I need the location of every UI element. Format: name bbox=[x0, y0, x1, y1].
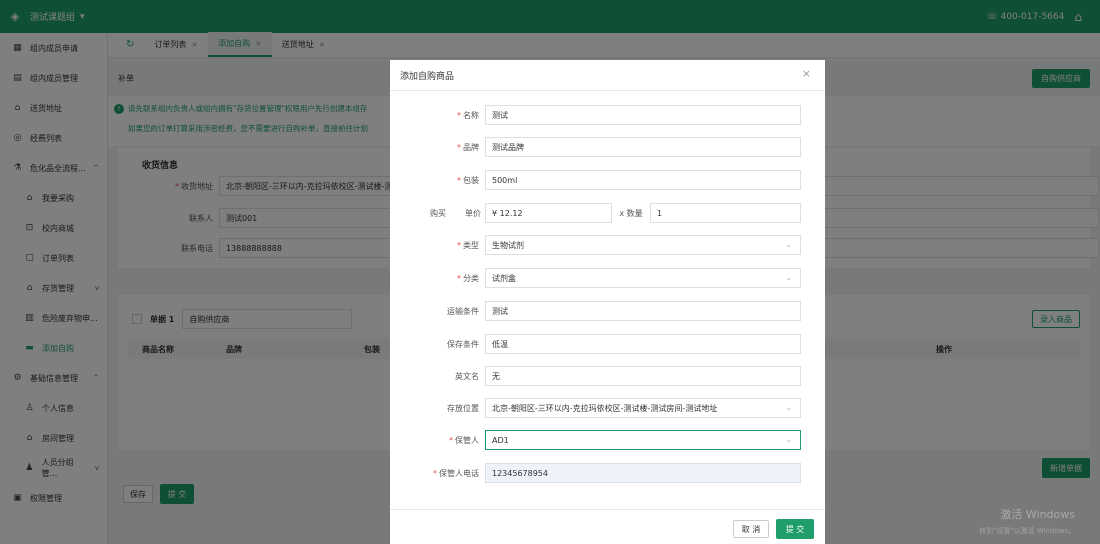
transport-label: 运输条件 bbox=[447, 306, 479, 316]
category-value: 试剂盒 bbox=[492, 273, 516, 283]
brand-input[interactable]: 测试品牌 bbox=[485, 137, 801, 157]
category-label: * 分类 bbox=[457, 273, 479, 283]
english-name-input[interactable]: 无 bbox=[485, 366, 801, 386]
buy-label: 购买 bbox=[430, 208, 446, 218]
english-name-label: 英文名 bbox=[455, 371, 479, 381]
chevron-down-icon: ⌄ bbox=[785, 403, 792, 412]
location-value: 北京-朝阳区-三环以内-克拉玛依校区-测试楼-测试房间-测试地址 bbox=[492, 403, 718, 413]
type-label: * 类型 bbox=[457, 240, 479, 250]
dialog-title: 添加自购商品 bbox=[400, 72, 455, 82]
brand-label: * 品牌 bbox=[457, 142, 479, 152]
pack-input[interactable]: 500ml bbox=[485, 170, 801, 190]
unit-price-label: 单价 bbox=[465, 208, 481, 218]
name-label: * 名称 bbox=[457, 110, 479, 120]
unit-price-input[interactable]: ¥ 12.12 bbox=[485, 203, 612, 223]
type-select[interactable]: 生物试剂 ⌄ bbox=[485, 235, 801, 255]
chevron-down-icon: ⌄ bbox=[785, 240, 792, 249]
divider bbox=[390, 90, 825, 91]
chevron-down-icon: ⌄ bbox=[785, 273, 792, 282]
quantity-label: x 数量 bbox=[619, 208, 643, 218]
chevron-down-icon: ⌄ bbox=[785, 435, 792, 444]
location-label: 存放位置 bbox=[447, 403, 479, 413]
category-select[interactable]: 试剂盒 ⌄ bbox=[485, 268, 801, 288]
keeper-phone-input[interactable]: 12345678954 bbox=[485, 463, 801, 483]
keeper-select[interactable]: AD1 ⌄ bbox=[485, 430, 801, 450]
quantity-input[interactable]: 1 bbox=[650, 203, 801, 223]
add-item-dialog: 添加自购商品 × * 名称 测试 * 品牌 测试品牌 * 包装 500ml 购买 单价 ¥ … bbox=[390, 60, 825, 544]
transport-input[interactable]: 测试 bbox=[485, 301, 801, 321]
pack-label: * 包装 bbox=[457, 175, 479, 185]
storage-input[interactable]: 低温 bbox=[485, 334, 801, 354]
divider bbox=[390, 509, 825, 510]
keeper-value: AD1 bbox=[492, 435, 509, 445]
type-value: 生物试剂 bbox=[492, 240, 524, 250]
name-input[interactable]: 测试 bbox=[485, 105, 801, 125]
windows-watermark-sub: 转到"设置"以激活 Windows。 bbox=[979, 527, 1075, 535]
location-select[interactable]: 北京-朝阳区-三环以内-克拉玛依校区-测试楼-测试房间-测试地址 ⌄ bbox=[485, 398, 801, 418]
keeper-label: * 保管人 bbox=[449, 435, 479, 445]
windows-watermark: 激活 Windows bbox=[1000, 508, 1075, 521]
storage-label: 保存条件 bbox=[447, 339, 479, 349]
dialog-submit-button[interactable]: 提 交 bbox=[776, 519, 814, 539]
keeper-phone-label: * 保管人电话 bbox=[433, 468, 479, 478]
close-icon[interactable]: × bbox=[802, 67, 811, 80]
cancel-button[interactable]: 取 消 bbox=[733, 520, 769, 538]
